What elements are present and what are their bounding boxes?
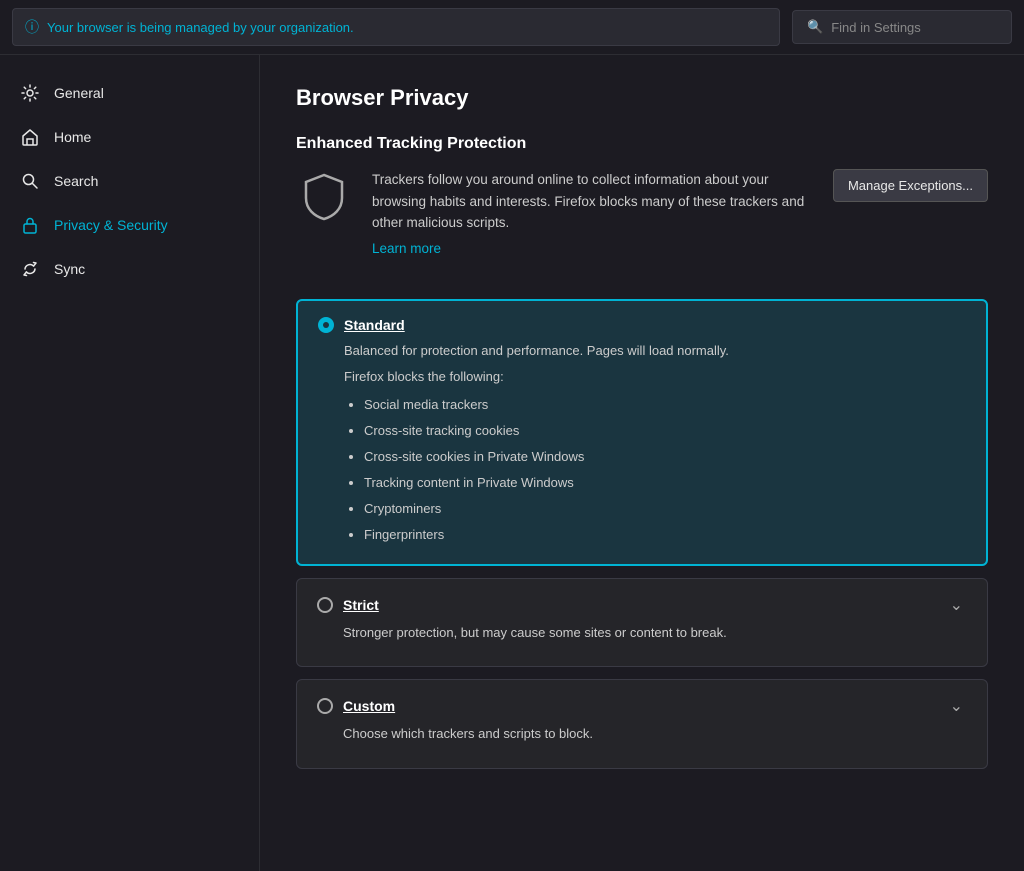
- option-card-strict[interactable]: Strict ⌄ Stronger protection, but may ca…: [296, 578, 988, 668]
- option-header-custom: Custom: [317, 698, 395, 714]
- sidebar-label-home: Home: [54, 129, 91, 145]
- sidebar-label-sync: Sync: [54, 261, 85, 277]
- option-desc-standard: Balanced for protection and performance.…: [318, 341, 966, 361]
- list-item: Cross-site tracking cookies: [364, 418, 966, 444]
- sidebar-item-general[interactable]: General: [0, 71, 259, 115]
- managed-notice: ⓘ Your browser is being managed by your …: [12, 8, 780, 46]
- option-header-standard: Standard: [318, 317, 966, 333]
- tracking-desc-text: Trackers follow you around online to col…: [372, 169, 817, 259]
- option-label-strict: Strict: [343, 597, 379, 613]
- option-desc-strict: Stronger protection, but may cause some …: [317, 623, 967, 643]
- radio-standard[interactable]: [318, 317, 334, 333]
- option-header-strict: Strict: [317, 597, 379, 613]
- radio-custom[interactable]: [317, 698, 333, 714]
- option-row-strict: Strict ⌄: [317, 595, 967, 615]
- sidebar-item-sync[interactable]: Sync: [0, 247, 259, 291]
- gear-icon: [20, 83, 40, 103]
- main-layout: General Home Search: [0, 55, 1024, 871]
- find-settings-placeholder: Find in Settings: [831, 20, 921, 35]
- option-label-custom: Custom: [343, 698, 395, 714]
- chevron-strict[interactable]: ⌄: [946, 595, 967, 615]
- chevron-custom[interactable]: ⌄: [946, 696, 967, 716]
- top-bar: ⓘ Your browser is being managed by your …: [0, 0, 1024, 55]
- shield-icon-wrap: [296, 169, 352, 225]
- search-icon: [20, 171, 40, 191]
- sidebar: General Home Search: [0, 55, 260, 871]
- sidebar-item-home[interactable]: Home: [0, 115, 259, 159]
- learn-more-link[interactable]: Learn more: [372, 238, 441, 260]
- list-item: Cross-site cookies in Private Windows: [364, 444, 966, 470]
- sync-icon: [20, 259, 40, 279]
- option-list-standard: Social media trackers Cross-site trackin…: [318, 392, 966, 548]
- radio-strict[interactable]: [317, 597, 333, 613]
- sidebar-item-privacy[interactable]: Privacy & Security: [0, 203, 259, 247]
- lock-icon: [20, 215, 40, 235]
- main-content: Browser Privacy Enhanced Tracking Protec…: [260, 55, 1024, 871]
- list-item: Social media trackers: [364, 392, 966, 418]
- sidebar-item-search[interactable]: Search: [0, 159, 259, 203]
- page-title: Browser Privacy: [296, 85, 988, 111]
- home-icon: [20, 127, 40, 147]
- tracking-description: Trackers follow you around online to col…: [296, 169, 817, 259]
- sidebar-label-search: Search: [54, 173, 98, 189]
- find-settings-box[interactable]: 🔍 Find in Settings: [792, 10, 1012, 44]
- option-label-standard: Standard: [344, 317, 405, 333]
- list-item: Tracking content in Private Windows: [364, 470, 966, 496]
- info-icon: ⓘ: [25, 17, 39, 37]
- list-item: Fingerprinters: [364, 522, 966, 548]
- tracking-desc-body: Trackers follow you around online to col…: [372, 172, 804, 230]
- sidebar-label-privacy: Privacy & Security: [54, 217, 168, 233]
- option-card-standard[interactable]: Standard Balanced for protection and per…: [296, 299, 988, 566]
- option-card-custom[interactable]: Custom ⌄ Choose which trackers and scrip…: [296, 679, 988, 769]
- shield-icon: [298, 171, 350, 223]
- manage-exceptions-button[interactable]: Manage Exceptions...: [833, 169, 988, 202]
- managed-notice-text: Your browser is being managed by your or…: [47, 20, 354, 35]
- tracking-header-row: Trackers follow you around online to col…: [296, 169, 988, 279]
- sidebar-label-general: General: [54, 85, 104, 101]
- list-item: Cryptominers: [364, 496, 966, 522]
- search-icon: 🔍: [807, 19, 823, 35]
- section-title: Enhanced Tracking Protection: [296, 135, 988, 153]
- option-desc-custom: Choose which trackers and scripts to blo…: [317, 724, 967, 744]
- option-row-custom: Custom ⌄: [317, 696, 967, 716]
- option-blocks-standard: Firefox blocks the following:: [318, 369, 966, 384]
